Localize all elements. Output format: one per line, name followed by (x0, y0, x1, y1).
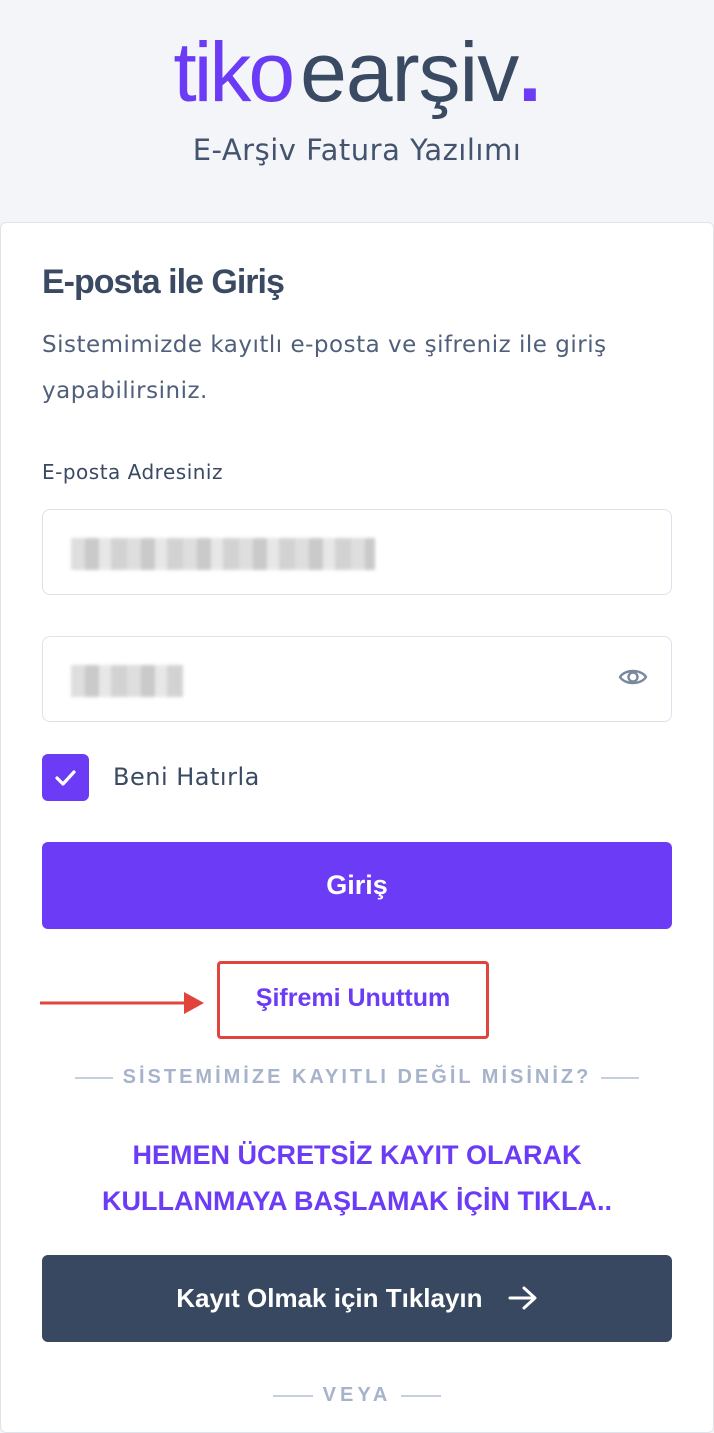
password-input[interactable] (42, 636, 672, 722)
divider-line (601, 1076, 640, 1079)
or-divider: VEYA (0, 1384, 714, 1407)
register-cta-line-1: HEMEN ÜCRETSİZ KAYIT OLARAK (132, 1140, 582, 1170)
email-input[interactable] (42, 509, 672, 595)
register-cta-line-2: KULLANMAYA BAŞLAMAK İÇİN TIKLA.. (102, 1186, 612, 1216)
register-divider-text: SİSTEMİMİZE KAYITLI DEĞİL MİSİNİZ? (122, 1066, 592, 1088)
login-button[interactable]: Giriş (42, 842, 672, 929)
page-header: tikoearşiv. E-Arşiv Fatura Yazılımı (0, 0, 714, 222)
login-title: E-posta ile Giriş (42, 263, 285, 301)
annotation-arrow-icon (40, 992, 204, 1014)
checkmark-icon (55, 770, 76, 786)
divider-line (401, 1394, 442, 1397)
eye-icon[interactable] (617, 661, 649, 693)
redacted-password-value (71, 665, 183, 697)
brand-logo: tikoearşiv. (0, 22, 714, 122)
register-button-label: Kayıt Olmak için Tıklayın (176, 1283, 483, 1313)
brand-subtitle: E-Arşiv Fatura Yazılımı (192, 133, 522, 167)
free-register-link[interactable]: HEMEN ÜCRETSİZ KAYIT OLARAK KULLANMAYA B… (0, 1132, 714, 1224)
divider-line (74, 1076, 113, 1079)
register-divider: SİSTEMİMİZE KAYITLI DEĞİL MİSİNİZ? (0, 1066, 714, 1089)
divider-line (272, 1394, 313, 1397)
forgot-password-link[interactable]: Şifremi Unuttum (217, 961, 489, 1039)
remember-me-checkbox[interactable] (42, 754, 89, 801)
email-label: E-posta Adresiniz (42, 460, 223, 484)
register-button[interactable]: Kayıt Olmak için Tıklayın (42, 1255, 672, 1342)
arrow-right-icon (508, 1286, 537, 1310)
logo-dot: . (518, 25, 541, 119)
remember-me-label[interactable]: Beni Hatırla (113, 763, 260, 791)
logo-primary: tiko (173, 25, 295, 119)
logo-secondary: earşiv (300, 25, 519, 119)
or-divider-text: VEYA (322, 1384, 392, 1406)
login-description: Sistemimizde kayıtlı e-posta ve şifreniz… (42, 332, 607, 404)
redacted-email-value (71, 538, 375, 570)
